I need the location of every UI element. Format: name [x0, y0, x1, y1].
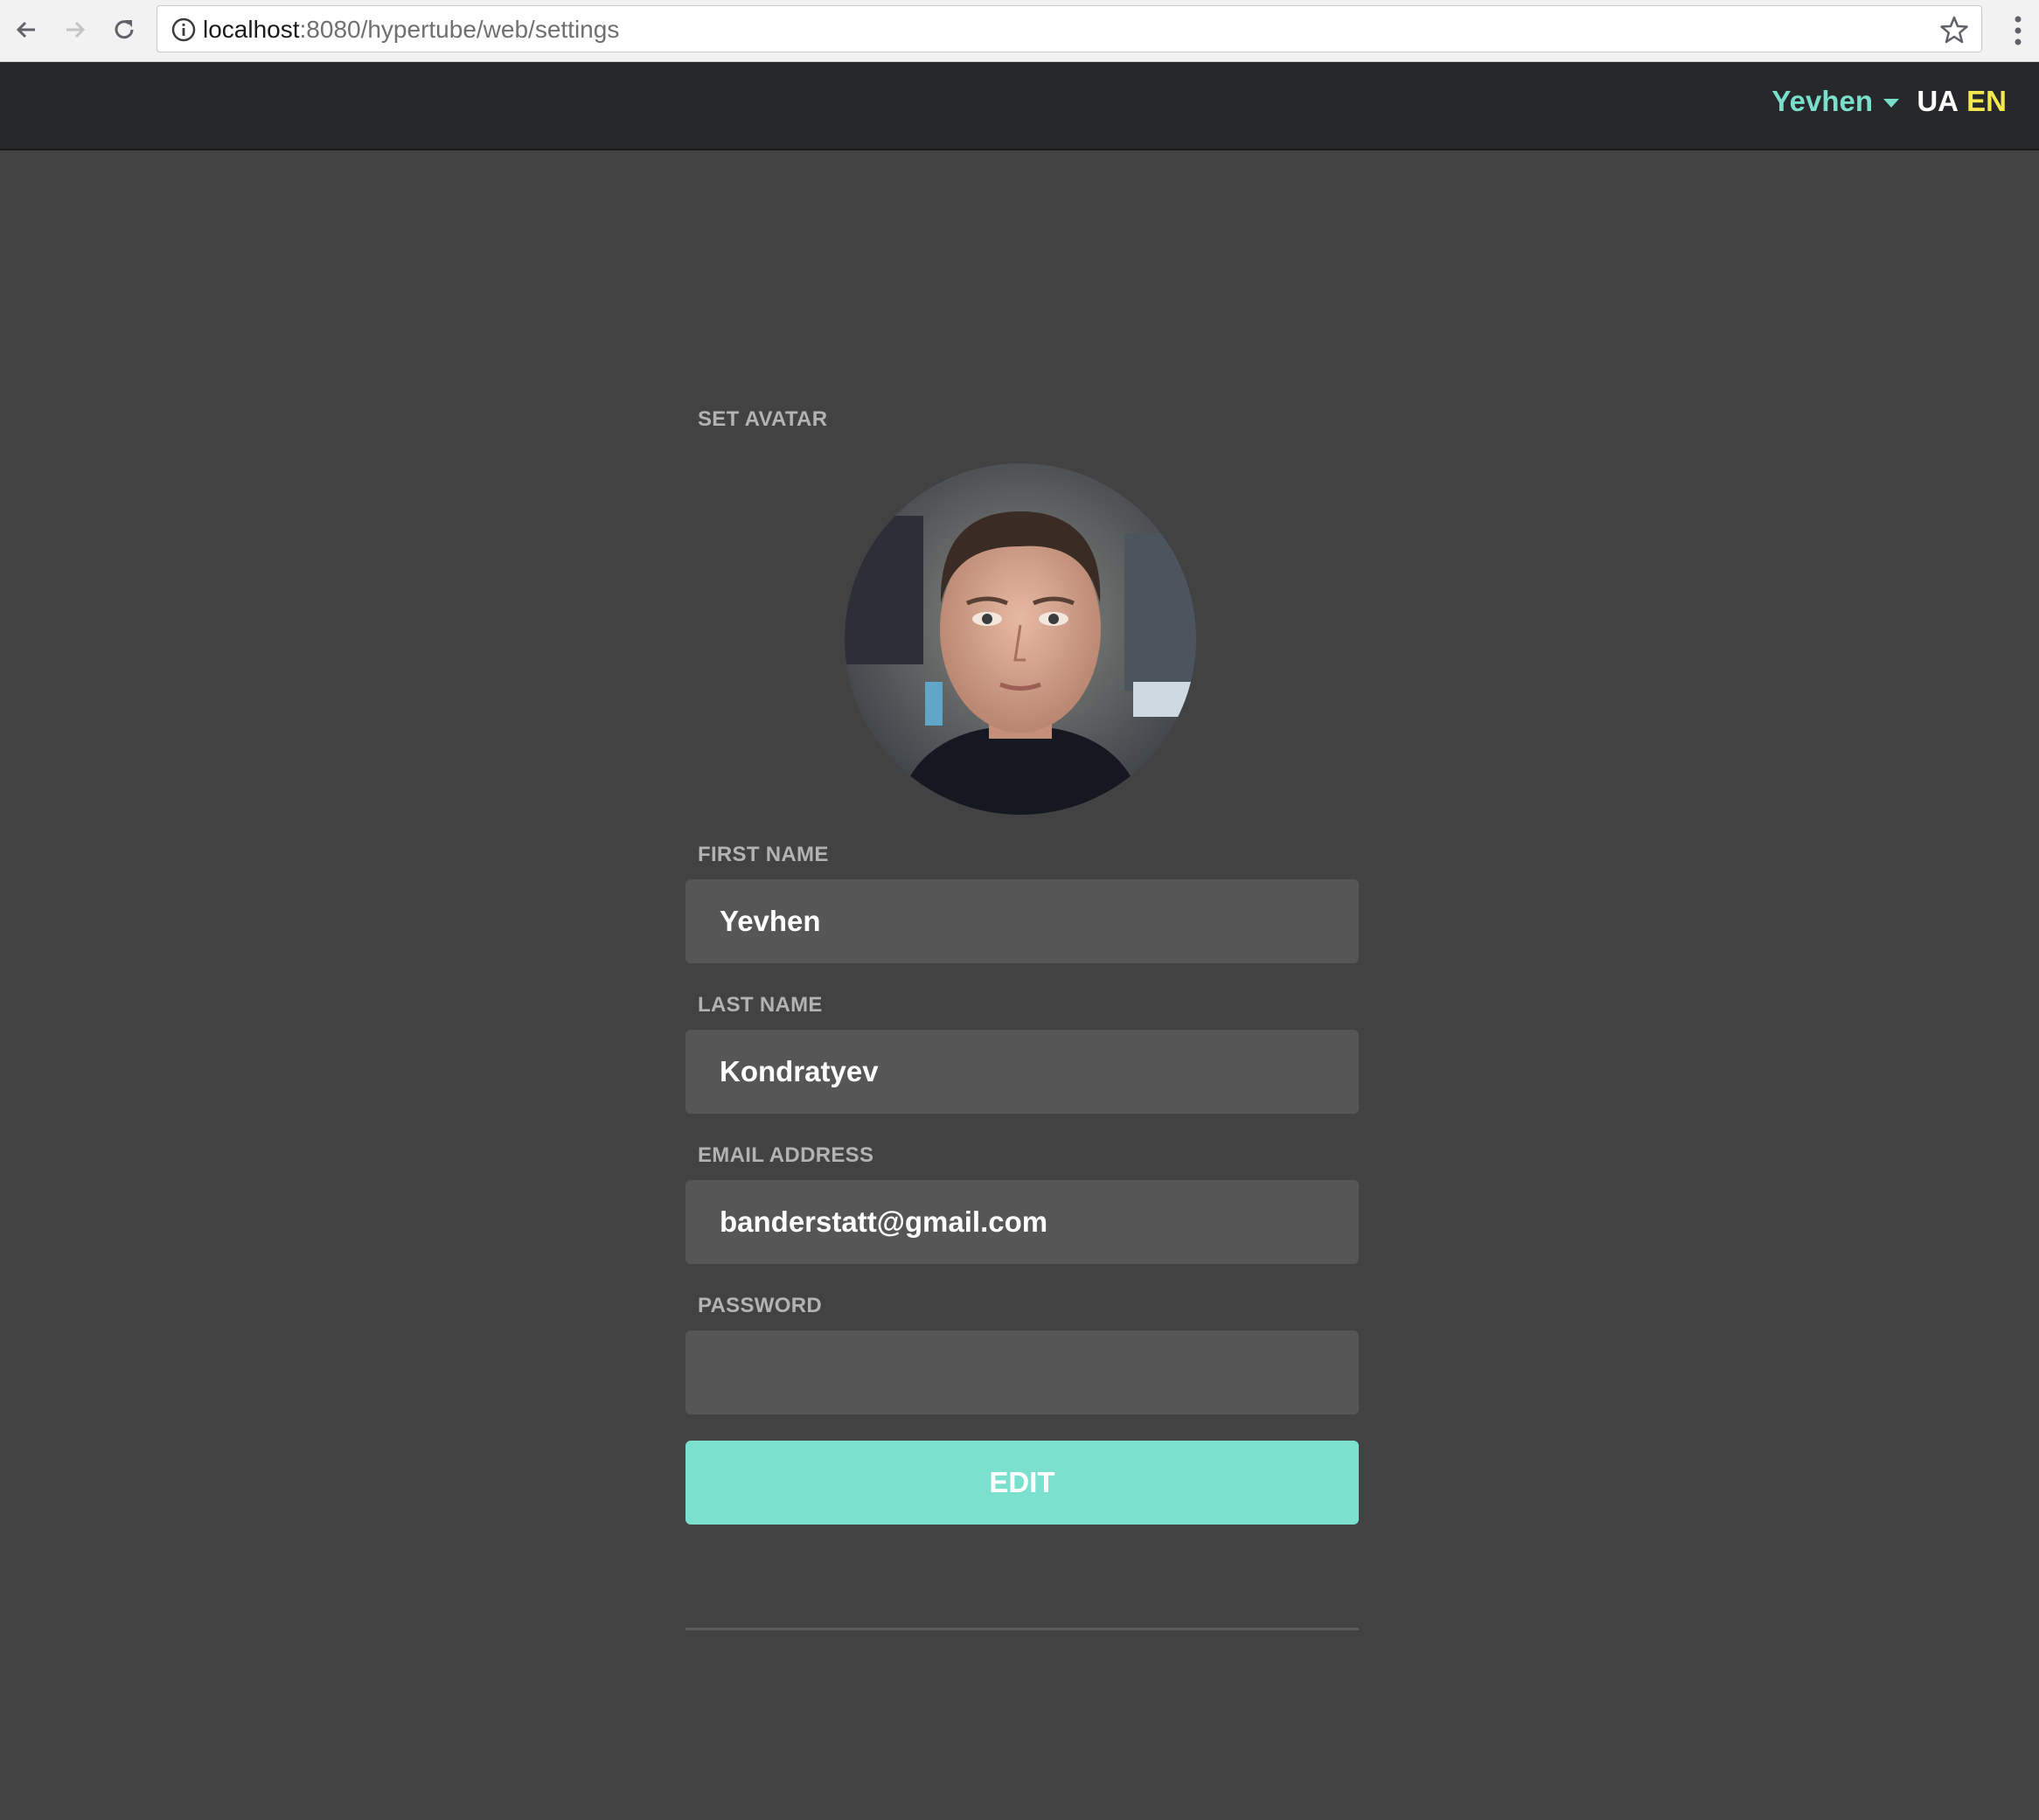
user-name: Yevhen [1771, 85, 1873, 117]
last-name-label: LAST NAME [698, 993, 823, 1017]
first-name-value: Yevhen [720, 905, 821, 937]
set-avatar-label: SET AVATAR [698, 407, 828, 431]
avatar-photo [845, 463, 1196, 815]
url-text[interactable]: localhost:8080/hypertube/web/settings [203, 17, 619, 43]
app-header: Yevhen UA EN [0, 62, 2039, 150]
info-icon[interactable] [170, 16, 198, 44]
email-value: banderstatt@gmail.com [720, 1205, 1048, 1238]
lang-ua-button[interactable]: UA [1917, 85, 1959, 118]
email-input[interactable]: banderstatt@gmail.com [685, 1180, 1359, 1264]
browser-menu-icon[interactable] [2008, 14, 2029, 47]
caret-down-icon [1883, 99, 1899, 108]
url-path: :8080/hypertube/web/settings [299, 16, 620, 43]
bookmark-star-icon[interactable] [1939, 15, 1969, 45]
address-bar[interactable]: localhost:8080/hypertube/web/settings [157, 5, 1982, 52]
browser-toolbar: localhost:8080/hypertube/web/settings [0, 0, 2039, 62]
last-name-value: Kondratyev [720, 1055, 879, 1087]
user-menu[interactable]: Yevhen [1771, 85, 1899, 118]
password-input[interactable] [685, 1330, 1359, 1414]
reload-icon [115, 20, 134, 39]
reload-button[interactable] [107, 12, 142, 47]
edit-button[interactable]: EDIT [685, 1441, 1359, 1525]
password-label: PASSWORD [698, 1294, 822, 1317]
email-label: EMAIL ADDRESS [698, 1143, 874, 1167]
divider [685, 1628, 1359, 1630]
url-host: localhost [203, 16, 300, 43]
lang-en-button[interactable]: EN [1966, 85, 2007, 118]
first-name-label: FIRST NAME [698, 843, 829, 866]
forward-arrow-icon [66, 21, 86, 38]
back-arrow-icon [16, 21, 35, 38]
first-name-input[interactable]: Yevhen [685, 879, 1359, 963]
last-name-input[interactable]: Kondratyev [685, 1030, 1359, 1114]
avatar[interactable] [845, 463, 1196, 815]
back-button[interactable] [9, 12, 44, 47]
forward-button[interactable] [58, 12, 93, 47]
